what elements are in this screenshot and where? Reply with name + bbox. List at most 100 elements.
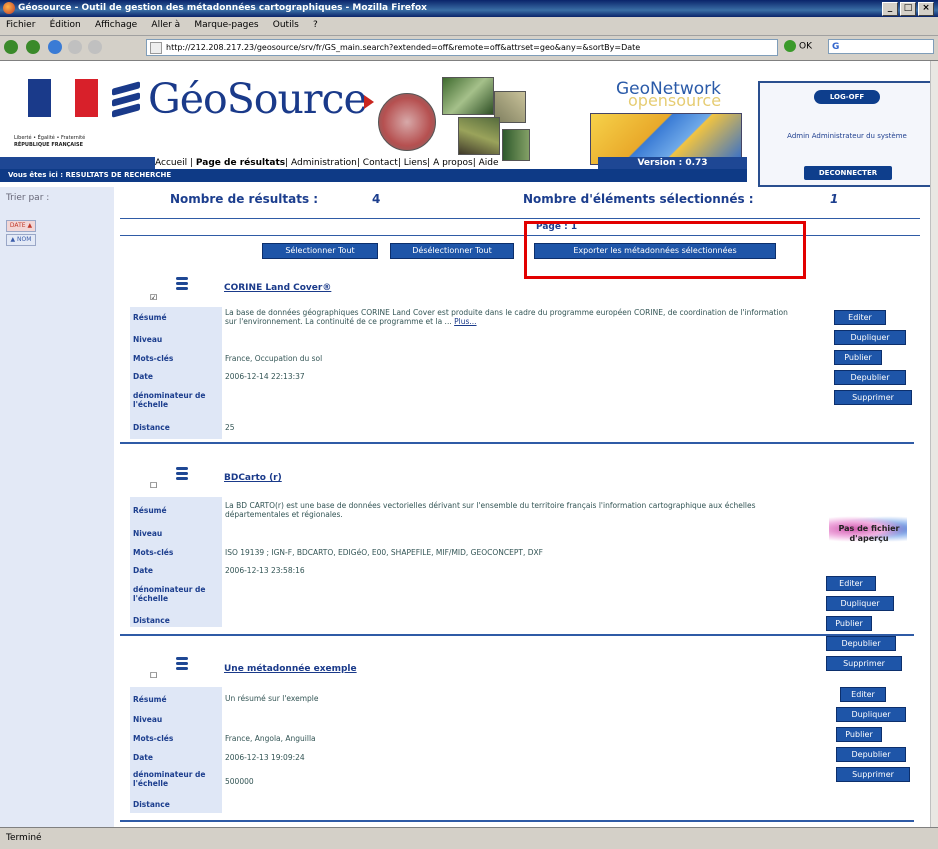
geonetwork-wordmark: GeoNetwork	[616, 79, 722, 99]
geosource-wordmark: GéoSource	[148, 75, 374, 123]
rf-name: RÉPUBLIQUE FRANÇAISE	[14, 142, 84, 148]
menu-edit[interactable]: Édition	[50, 20, 81, 30]
back-icon[interactable]	[4, 40, 18, 54]
nav-results[interactable]: Page de résultats	[196, 158, 285, 168]
no-preview-text: Pas de fichier d'aperçu	[838, 524, 900, 543]
edit-button[interactable]: Editer	[826, 576, 876, 591]
label-date: Date	[133, 372, 153, 381]
marianne-flag-icon	[28, 79, 98, 117]
menu-go[interactable]: Aller à	[151, 20, 180, 30]
record-date: 2006-12-13 19:09:24	[225, 753, 305, 762]
publish-button[interactable]: Publier	[836, 727, 882, 742]
duplicate-button[interactable]: Dupliquer	[836, 707, 906, 722]
selected-count-label: Nombre d'éléments sélectionnés :	[523, 192, 754, 206]
menu-tools[interactable]: Outils	[273, 20, 299, 30]
sort-by-date-button[interactable]: DATE ▲	[6, 220, 36, 232]
selected-count: 1	[830, 192, 839, 206]
label-resume: Résumé	[133, 695, 167, 704]
record-checkbox[interactable]: ☑	[150, 293, 159, 302]
record-keywords: France, Occupation du sol	[225, 354, 323, 363]
label-mots-cles: Mots-clés	[133, 548, 174, 557]
deselect-all-button[interactable]: Désélectionner Tout	[390, 243, 514, 259]
record-date: 2006-12-13 23:58:16	[225, 566, 305, 575]
sort-by-name-button[interactable]: ▲ NOM	[6, 234, 36, 246]
record-title-link[interactable]: BDCarto (r)	[224, 473, 282, 483]
publish-button[interactable]: Publier	[834, 350, 882, 365]
label-mots-cles: Mots-clés	[133, 354, 174, 363]
address-bar[interactable]: http://212.208.217.23/geosource/srv/fr/G…	[146, 39, 778, 56]
page-icon	[150, 42, 162, 54]
highlight-box	[524, 221, 806, 279]
record-checkbox[interactable]: ☐	[150, 671, 159, 680]
minimize-button[interactable]: _	[882, 2, 898, 16]
menu-bookmarks[interactable]: Marque-pages	[194, 20, 258, 30]
nav-help[interactable]: Aide	[479, 158, 499, 168]
delete-button[interactable]: Supprimer	[826, 656, 902, 671]
window-title: Géosource - Outil de gestion des métadon…	[18, 3, 427, 13]
forward-icon[interactable]	[26, 40, 40, 54]
label-date: Date	[133, 566, 153, 575]
geonetwork-logo: opensource GeoNetwork	[590, 77, 742, 165]
nav-home[interactable]: Accueil	[155, 158, 187, 168]
maximize-button[interactable]: □	[900, 2, 916, 16]
label-mots-cles: Mots-clés	[133, 734, 174, 743]
unpublish-button[interactable]: Depublier	[836, 747, 906, 762]
record-distance: 25	[225, 423, 235, 432]
main-navigation: Accueil | Page de résultats| Administrat…	[0, 157, 747, 169]
label-denominateur: dénominateur de l'échelle	[133, 585, 206, 603]
firefox-icon	[3, 2, 15, 14]
nav-about[interactable]: A propos	[433, 158, 473, 168]
edit-button[interactable]: Editer	[834, 310, 886, 325]
status-text: Terminé	[6, 833, 42, 843]
delete-button[interactable]: Supprimer	[834, 390, 912, 405]
record-title-link[interactable]: CORINE Land Cover®	[224, 283, 331, 293]
unpublish-button[interactable]: Depublier	[826, 636, 896, 651]
duplicate-button[interactable]: Dupliquer	[826, 596, 894, 611]
page-viewport: Liberté • Égalité • Fraternité RÉPUBLIQU…	[0, 61, 930, 827]
record-resume-text: La base de données géographiques CORINE …	[225, 308, 788, 326]
label-denominateur: dénominateur de l'échelle	[133, 391, 206, 409]
label-niveau: Niveau	[133, 715, 163, 724]
record-resume: Un résumé sur l'exemple	[225, 694, 319, 703]
breadcrumb: Vous êtes ici : RESULTATS DE RECHERCHE	[0, 169, 747, 182]
delete-button[interactable]: Supprimer	[836, 767, 910, 782]
publish-button[interactable]: Publier	[826, 616, 872, 631]
log-off-badge: LOG-OFF	[814, 90, 880, 104]
logout-button[interactable]: DECONNECTER	[804, 166, 892, 180]
menu-file[interactable]: Fichier	[6, 20, 35, 30]
edit-button[interactable]: Editer	[840, 687, 886, 702]
no-preview-thumbnail: Pas de fichier d'aperçu	[825, 516, 913, 561]
logged-user: Admin Administrateur du système	[787, 132, 907, 140]
home-icon[interactable]	[88, 40, 102, 54]
nav-links[interactable]: Liens	[404, 158, 427, 168]
unpublish-button[interactable]: Depublier	[834, 370, 906, 385]
go-button[interactable]: OK	[784, 40, 812, 52]
label-date: Date	[133, 753, 153, 762]
label-resume: Résumé	[133, 313, 167, 322]
label-distance: Distance	[133, 616, 170, 625]
sort-sidebar: Trier par : DATE ▲ ▲ NOM	[0, 187, 114, 827]
result-count-label: Nombre de résultats :	[170, 192, 319, 206]
record-title-link[interactable]: Une métadonnée exemple	[224, 664, 357, 674]
close-button[interactable]: ×	[918, 2, 934, 16]
record-checkbox[interactable]: ☐	[150, 481, 159, 490]
login-panel: LOG-OFF Admin Administrateur du système …	[758, 81, 930, 187]
label-denominateur: dénominateur de l'échelle	[133, 770, 206, 788]
duplicate-button[interactable]: Dupliquer	[834, 330, 906, 345]
vertical-scrollbar[interactable]	[930, 61, 938, 827]
record-keywords: France, Angola, Anguilla	[225, 734, 316, 743]
nav-contact[interactable]: Contact	[363, 158, 398, 168]
geosource-mark-icon	[112, 81, 144, 121]
search-input[interactable]: G	[828, 39, 934, 54]
stop-icon[interactable]	[68, 40, 82, 54]
map-mosaic-image	[378, 77, 530, 165]
metadata-stack-icon	[176, 277, 188, 291]
select-all-button[interactable]: Sélectionner Tout	[262, 243, 378, 259]
menu-help[interactable]: ?	[313, 20, 318, 30]
more-link[interactable]: Plus...	[454, 317, 476, 326]
menu-view[interactable]: Affichage	[95, 20, 137, 30]
status-bar: Terminé	[0, 827, 938, 849]
rf-motto: Liberté • Égalité • Fraternité	[14, 135, 86, 141]
nav-admin[interactable]: Administration	[291, 158, 357, 168]
reload-icon[interactable]	[48, 40, 62, 54]
